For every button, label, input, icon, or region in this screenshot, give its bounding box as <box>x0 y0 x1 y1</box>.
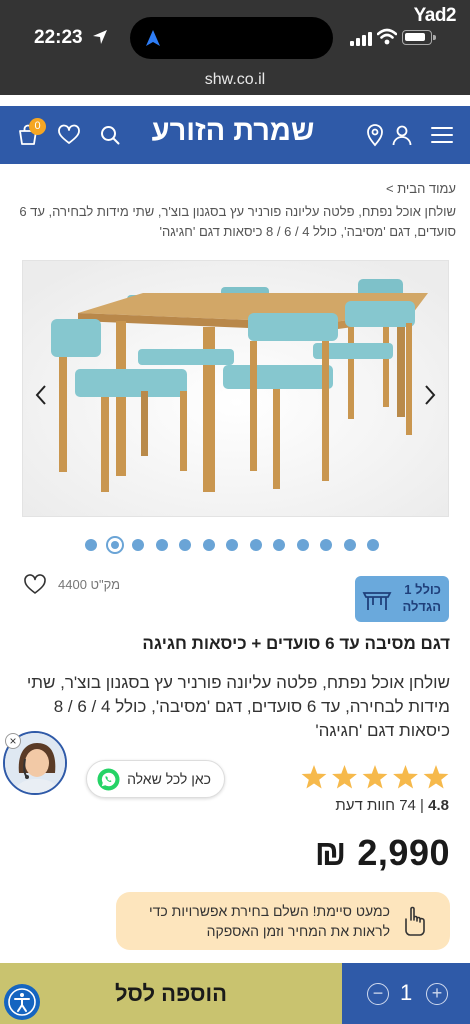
accessibility-button[interactable] <box>4 984 40 1020</box>
url-bar[interactable]: shw.co.il <box>0 71 470 89</box>
gallery-dot[interactable] <box>273 539 285 551</box>
close-chat-icon[interactable]: × <box>5 733 21 749</box>
chat-label: כאן לכל שאלה <box>127 771 211 787</box>
watermark: Yad2 <box>413 5 457 26</box>
phone-status-bar: 22:23 Yad2 shw.co.il <box>0 0 470 98</box>
battery-icon <box>402 30 432 45</box>
hamburger-menu-icon[interactable] <box>430 123 454 147</box>
search-icon[interactable] <box>98 123 122 147</box>
gallery-dot[interactable] <box>343 539 356 551</box>
cart-count-badge: 0 <box>29 118 46 135</box>
navigation-icon <box>146 30 160 46</box>
user-icon[interactable] <box>390 123 414 147</box>
previous-image-arrow-icon[interactable] <box>33 383 49 407</box>
accessibility-icon <box>8 988 36 1016</box>
gallery-dot[interactable] <box>226 539 238 551</box>
cell-signal-icon <box>350 32 372 46</box>
rating-count: 74 חוות דעת <box>335 797 416 814</box>
options-notice: כמעט סיימת! השלם בחירת אפשרויות כדי לראו… <box>116 892 450 950</box>
product-image-gallery[interactable] <box>22 260 449 517</box>
status-time: 22:23 <box>34 27 83 48</box>
site-logo[interactable]: שמרת הזורע <box>140 115 326 148</box>
quantity-stepper: − 1 + <box>342 963 470 1024</box>
add-to-cart-label: הוספה לסל <box>114 981 228 1006</box>
breadcrumb-current: שולחן אוכל נפתח, פלטה עליונה פורניר עץ ב… <box>19 204 456 239</box>
star-icon <box>362 765 388 789</box>
assembly-badge-label: כולל 1 הגדלה <box>402 582 441 614</box>
star-icon <box>423 765 449 789</box>
star-icon <box>301 765 327 789</box>
site-header: 0 שמרת הזורע <box>0 106 470 164</box>
product-sku: מק"ט 4400 <box>58 577 121 592</box>
product-title: דגם מסיבה עד 6 סועדים + כיסאות חגיגה <box>142 634 450 653</box>
gallery-pagination[interactable] <box>85 536 395 554</box>
quantity-value[interactable]: 1 <box>400 980 412 1006</box>
dynamic-island <box>130 17 333 59</box>
wifi-icon <box>377 28 397 45</box>
breadcrumb-home[interactable]: עמוד הבית > <box>386 181 456 196</box>
gallery-dot[interactable] <box>132 539 144 551</box>
next-image-arrow-icon[interactable] <box>422 383 438 407</box>
wishlist-heart-icon[interactable] <box>23 573 47 595</box>
whatsapp-icon <box>97 768 120 791</box>
assembly-badge: כולל 1 הגדלה <box>355 576 449 622</box>
gallery-dot[interactable] <box>367 539 379 551</box>
gallery-dot[interactable] <box>179 539 191 551</box>
location-arrow-icon <box>93 30 107 44</box>
gallery-dot[interactable] <box>155 539 168 551</box>
gallery-dot[interactable] <box>105 536 124 554</box>
rating-stars[interactable] <box>300 764 450 792</box>
star-icon <box>393 765 418 789</box>
pointing-hand-icon <box>405 906 425 936</box>
star-icon <box>332 765 357 789</box>
rating-summary[interactable]: 4.8 | 74 חוות דעת <box>335 797 449 814</box>
page-load-progress <box>0 95 470 98</box>
product-image <box>23 261 448 516</box>
heart-icon[interactable] <box>57 123 81 147</box>
gallery-dot[interactable] <box>320 539 332 551</box>
chat-button[interactable]: כאן לכל שאלה <box>86 760 225 798</box>
decrease-quantity-button[interactable]: − <box>367 983 389 1005</box>
options-notice-text: כמעט סיימת! השלם בחירת אפשרויות כדי לראו… <box>149 903 390 939</box>
location-pin-icon[interactable] <box>363 123 387 147</box>
table-extension-icon <box>362 592 392 610</box>
product-description: שולחן אוכל נפתח, פלטה עליונה פורניר עץ ב… <box>26 673 450 740</box>
gallery-dot[interactable] <box>202 539 215 551</box>
gallery-dot[interactable] <box>85 539 97 551</box>
gallery-dot[interactable] <box>249 539 262 551</box>
rating-value: 4.8 <box>428 797 449 814</box>
increase-quantity-button[interactable]: + <box>426 983 448 1005</box>
gallery-dot[interactable] <box>296 539 309 551</box>
add-to-cart-button[interactable]: הוספה לסל <box>0 963 342 1024</box>
product-price: 2,990 ₪ <box>314 832 450 873</box>
